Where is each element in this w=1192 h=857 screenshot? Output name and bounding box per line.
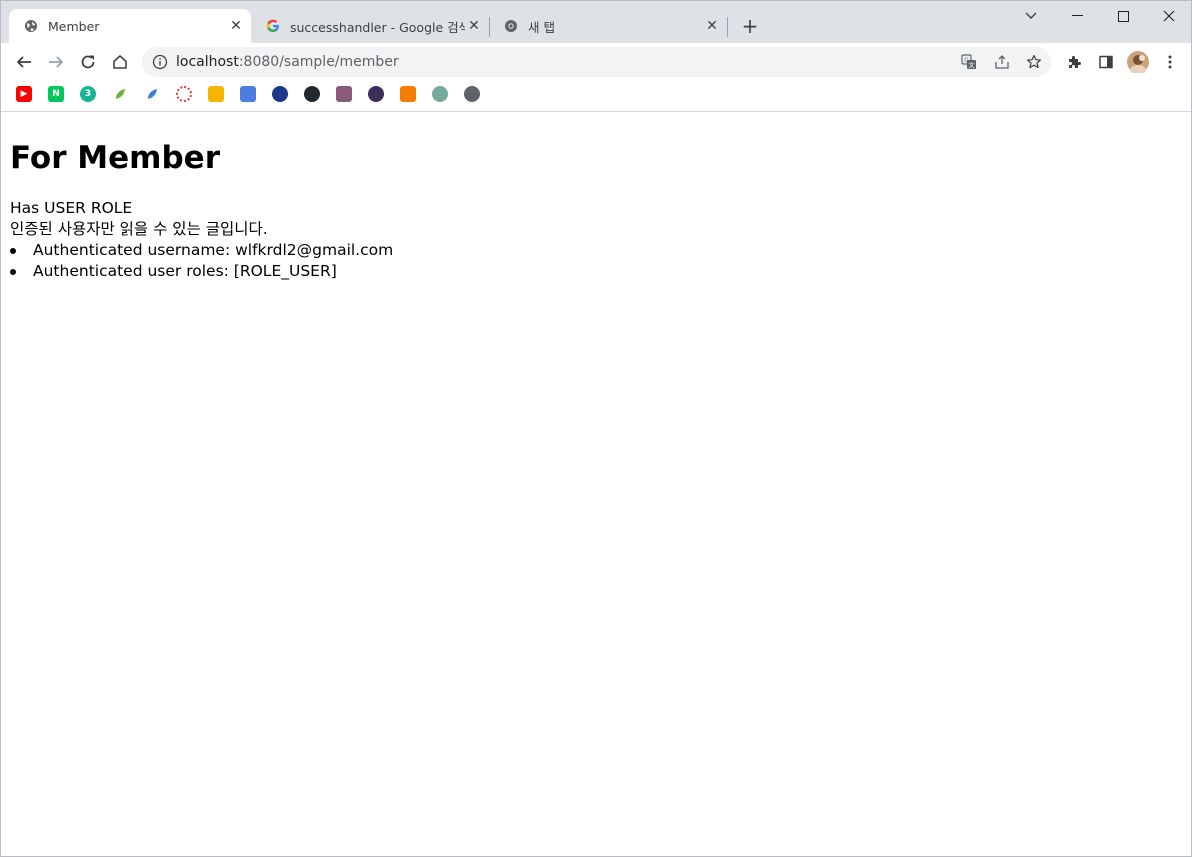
- close-icon: [1163, 10, 1175, 22]
- home-button[interactable]: [106, 48, 134, 76]
- home-icon: [113, 55, 127, 69]
- github-icon[interactable]: [304, 86, 320, 102]
- close-icon[interactable]: ✕: [465, 17, 483, 35]
- red-ring-icon[interactable]: [176, 86, 192, 102]
- new-tab-button[interactable]: +: [739, 14, 761, 38]
- url-path: :8080/sample/member: [238, 54, 399, 70]
- reload-icon: [81, 55, 95, 69]
- url-host: localhost: [176, 54, 239, 70]
- menu-button[interactable]: [1156, 48, 1184, 76]
- browser-window: Member ✕ successhandler - Google 검색 ✕ 새 …: [0, 0, 1192, 857]
- tab-separator: [727, 17, 728, 37]
- tab-search-button[interactable]: [1008, 5, 1054, 27]
- close-window-button[interactable]: [1146, 5, 1192, 27]
- reload-button[interactable]: [74, 48, 102, 76]
- chrome-icon: [503, 18, 519, 34]
- role-text: Has USER ROLE: [10, 199, 133, 217]
- address-bar[interactable]: localhost:8080/sample/member 文G: [142, 47, 1051, 77]
- avatar-circle-icon[interactable]: [368, 86, 384, 102]
- bookmarks-bar: ▶ N 3: [1, 81, 1191, 112]
- minimize-button[interactable]: [1054, 5, 1100, 27]
- green-circle-icon[interactable]: 3: [80, 86, 96, 102]
- photo-icon[interactable]: [336, 86, 352, 102]
- close-icon[interactable]: ✕: [227, 17, 245, 35]
- info-icon[interactable]: [152, 54, 168, 70]
- list-item: Authenticated user roles: [ROLE_USER]: [10, 261, 1182, 282]
- naver-icon[interactable]: N: [48, 86, 64, 102]
- profile-button[interactable]: [1124, 48, 1152, 76]
- page-content: For Member Has USER ROLE 인증된 사용자만 읽을 수 있…: [1, 112, 1191, 856]
- kebab-menu-icon: [1168, 55, 1172, 69]
- avatar: [1127, 51, 1149, 73]
- side-panel-icon: [1099, 55, 1113, 69]
- blue-tile-icon[interactable]: [240, 86, 256, 102]
- side-panel-button[interactable]: [1092, 48, 1120, 76]
- arrow-right-icon: [49, 56, 64, 68]
- owl-icon[interactable]: [272, 86, 288, 102]
- minimize-icon: [1071, 15, 1083, 16]
- maximize-icon: [1117, 10, 1129, 22]
- leaf-icon[interactable]: [112, 86, 128, 102]
- chevron-down-icon: [1025, 12, 1037, 19]
- youtube-icon[interactable]: ▶: [16, 86, 32, 102]
- toolbar: localhost:8080/sample/member 文G: [1, 43, 1191, 81]
- forward-button[interactable]: [42, 48, 70, 76]
- tab-google-search[interactable]: successhandler - Google 검색 ✕: [251, 9, 489, 43]
- maximize-button[interactable]: [1100, 5, 1146, 27]
- notice-text: 인증된 사용자만 읽을 수 있는 글입니다.: [10, 220, 268, 238]
- url-text[interactable]: localhost:8080/sample/member: [176, 54, 399, 70]
- globe-icon[interactable]: [464, 86, 480, 102]
- tab-member[interactable]: Member ✕: [9, 9, 251, 43]
- arrow-left-icon: [16, 56, 31, 68]
- tab-title: Member: [48, 18, 100, 34]
- auth-details-list: Authenticated username: wlfkrdl2@gmail.c…: [10, 240, 1182, 282]
- tab-title: successhandler - Google 검색: [290, 19, 465, 35]
- extensions-button[interactable]: [1060, 48, 1088, 76]
- tab-strip: Member ✕ successhandler - Google 검색 ✕ 새 …: [1, 1, 1191, 43]
- google-g-icon: [265, 18, 281, 34]
- translate-icon[interactable]: 文G: [960, 53, 978, 71]
- yellow-id-icon[interactable]: [208, 86, 224, 102]
- share-icon[interactable]: [993, 53, 1011, 71]
- back-button[interactable]: [10, 48, 38, 76]
- puzzle-icon: [1069, 56, 1081, 68]
- star-icon[interactable]: [1025, 53, 1043, 71]
- tab-new-tab[interactable]: 새 탭 ✕: [489, 9, 727, 43]
- blue-feather-icon[interactable]: [144, 86, 160, 102]
- page-title: For Member: [10, 140, 220, 176]
- svg-text:文: 文: [968, 62, 974, 70]
- openai-icon[interactable]: [432, 86, 448, 102]
- tab-title: 새 탭: [528, 19, 555, 35]
- close-icon[interactable]: ✕: [703, 17, 721, 35]
- orange-cube-icon[interactable]: [400, 86, 416, 102]
- list-item: Authenticated username: wlfkrdl2@gmail.c…: [10, 240, 1182, 261]
- globe-icon: [23, 18, 39, 34]
- svg-text:G: G: [964, 57, 969, 64]
